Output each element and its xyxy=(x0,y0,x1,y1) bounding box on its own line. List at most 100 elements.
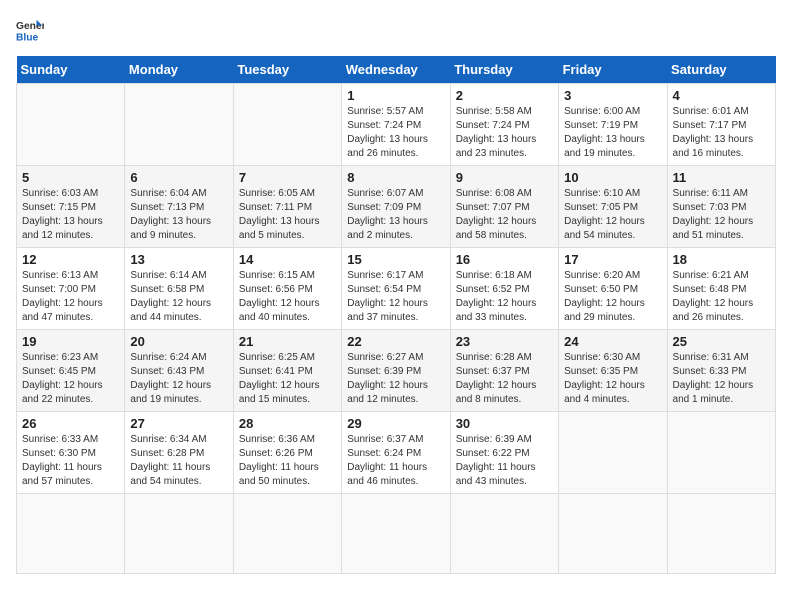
day-cell-12: 12 Sunrise: 6:13 AM Sunset: 7:00 PM Dayli… xyxy=(17,248,125,330)
calendar-header: SundayMondayTuesdayWednesdayThursdayFrid… xyxy=(17,56,776,84)
day-cell-11: 11 Sunrise: 6:11 AM Sunset: 7:03 PM Dayli… xyxy=(667,166,775,248)
weekday-header-thursday: Thursday xyxy=(450,56,558,84)
day-number: 3 xyxy=(564,88,661,103)
day-info: Sunrise: 6:23 AM Sunset: 6:45 PM Dayligh… xyxy=(22,351,119,407)
day-number: 21 xyxy=(239,334,336,349)
empty-cell xyxy=(559,412,667,494)
day-number: 27 xyxy=(130,416,227,431)
empty-cell xyxy=(233,84,341,166)
svg-text:General: General xyxy=(16,21,44,32)
day-number: 24 xyxy=(564,334,661,349)
day-info: Sunrise: 6:28 AM Sunset: 6:37 PM Dayligh… xyxy=(456,351,553,407)
day-info: Sunrise: 6:30 AM Sunset: 6:35 PM Dayligh… xyxy=(564,351,661,407)
logo: General Blue xyxy=(16,16,44,44)
day-number: 17 xyxy=(564,252,661,267)
day-cell-5: 5 Sunrise: 6:03 AM Sunset: 7:15 PM Daylig… xyxy=(17,166,125,248)
empty-cell xyxy=(342,494,450,574)
day-number: 13 xyxy=(130,252,227,267)
day-info: Sunrise: 6:04 AM Sunset: 7:13 PM Dayligh… xyxy=(130,187,227,243)
logo-icon: General Blue xyxy=(16,16,44,44)
day-cell-25: 25 Sunrise: 6:31 AM Sunset: 6:33 PM Dayli… xyxy=(667,330,775,412)
day-number: 26 xyxy=(22,416,119,431)
day-cell-9: 9 Sunrise: 6:08 AM Sunset: 7:07 PM Daylig… xyxy=(450,166,558,248)
day-number: 15 xyxy=(347,252,444,267)
day-cell-14: 14Sunrise: 6:15 AM Sunset: 6:56 PM Dayli… xyxy=(233,248,341,330)
day-number: 19 xyxy=(22,334,119,349)
day-number: 7 xyxy=(239,170,336,185)
day-cell-20: 20 Sunrise: 6:24 AM Sunset: 6:43 PM Dayli… xyxy=(125,330,233,412)
day-cell-2: 2 Sunrise: 5:58 AM Sunset: 7:24 PM Daylig… xyxy=(450,84,558,166)
day-info: Sunrise: 6:31 AM Sunset: 6:33 PM Dayligh… xyxy=(673,351,770,407)
day-number: 25 xyxy=(673,334,770,349)
day-info: Sunrise: 6:36 AM Sunset: 6:26 PM Dayligh… xyxy=(239,433,336,489)
day-info: Sunrise: 6:03 AM Sunset: 7:15 PM Dayligh… xyxy=(22,187,119,243)
day-cell-16: 16Sunrise: 6:18 AM Sunset: 6:52 PM Dayli… xyxy=(450,248,558,330)
day-info: Sunrise: 5:58 AM Sunset: 7:24 PM Dayligh… xyxy=(456,105,553,161)
weekday-header-friday: Friday xyxy=(559,56,667,84)
day-info: Sunrise: 6:24 AM Sunset: 6:43 PM Dayligh… xyxy=(130,351,227,407)
day-number: 8 xyxy=(347,170,444,185)
page-header: General Blue xyxy=(16,16,776,44)
day-number: 5 xyxy=(22,170,119,185)
day-cell-29: 29 Sunrise: 6:37 AM Sunset: 6:24 PM Dayli… xyxy=(342,412,450,494)
weekday-header-tuesday: Tuesday xyxy=(233,56,341,84)
empty-cell xyxy=(450,494,558,574)
day-info: Sunrise: 6:08 AM Sunset: 7:07 PM Dayligh… xyxy=(456,187,553,243)
empty-cell xyxy=(17,84,125,166)
day-number: 1 xyxy=(347,88,444,103)
day-info: Sunrise: 6:01 AM Sunset: 7:17 PM Dayligh… xyxy=(673,105,770,161)
day-info: Sunrise: 5:57 AM Sunset: 7:24 PM Dayligh… xyxy=(347,105,444,161)
empty-cell xyxy=(233,494,341,574)
day-info: Sunrise: 6:14 AM Sunset: 6:58 PM Dayligh… xyxy=(130,269,227,325)
day-info: Sunrise: 6:11 AM Sunset: 7:03 PM Dayligh… xyxy=(673,187,770,243)
day-cell-30: 30Sunrise: 6:39 AM Sunset: 6:22 PM Dayli… xyxy=(450,412,558,494)
day-number: 23 xyxy=(456,334,553,349)
weekday-header-monday: Monday xyxy=(125,56,233,84)
day-cell-8: 8 Sunrise: 6:07 AM Sunset: 7:09 PM Daylig… xyxy=(342,166,450,248)
day-info: Sunrise: 6:13 AM Sunset: 7:00 PM Dayligh… xyxy=(22,269,119,325)
day-number: 14 xyxy=(239,252,336,267)
day-cell-19: 19 Sunrise: 6:23 AM Sunset: 6:45 PM Dayli… xyxy=(17,330,125,412)
day-number: 20 xyxy=(130,334,227,349)
day-cell-28: 28 Sunrise: 6:36 AM Sunset: 6:26 PM Dayli… xyxy=(233,412,341,494)
day-number: 9 xyxy=(456,170,553,185)
day-cell-23: 23 Sunrise: 6:28 AM Sunset: 6:37 PM Dayli… xyxy=(450,330,558,412)
empty-cell xyxy=(667,494,775,574)
day-info: Sunrise: 6:33 AM Sunset: 6:30 PM Dayligh… xyxy=(22,433,119,489)
weekday-header-saturday: Saturday xyxy=(667,56,775,84)
day-cell-22: 22Sunrise: 6:27 AM Sunset: 6:39 PM Dayli… xyxy=(342,330,450,412)
day-number: 28 xyxy=(239,416,336,431)
day-number: 18 xyxy=(673,252,770,267)
day-cell-17: 17Sunrise: 6:20 AM Sunset: 6:50 PM Dayli… xyxy=(559,248,667,330)
day-info: Sunrise: 6:07 AM Sunset: 7:09 PM Dayligh… xyxy=(347,187,444,243)
day-info: Sunrise: 6:37 AM Sunset: 6:24 PM Dayligh… xyxy=(347,433,444,489)
day-info: Sunrise: 6:05 AM Sunset: 7:11 PM Dayligh… xyxy=(239,187,336,243)
day-info: Sunrise: 6:21 AM Sunset: 6:48 PM Dayligh… xyxy=(673,269,770,325)
day-number: 4 xyxy=(673,88,770,103)
day-info: Sunrise: 6:34 AM Sunset: 6:28 PM Dayligh… xyxy=(130,433,227,489)
svg-text:Blue: Blue xyxy=(16,32,39,43)
weekday-header-sunday: Sunday xyxy=(17,56,125,84)
empty-cell xyxy=(559,494,667,574)
day-cell-26: 26 Sunrise: 6:33 AM Sunset: 6:30 PM Dayli… xyxy=(17,412,125,494)
day-cell-6: 6 Sunrise: 6:04 AM Sunset: 7:13 PM Daylig… xyxy=(125,166,233,248)
day-cell-18: 18 Sunrise: 6:21 AM Sunset: 6:48 PM Dayli… xyxy=(667,248,775,330)
day-cell-4: 4 Sunrise: 6:01 AM Sunset: 7:17 PM Daylig… xyxy=(667,84,775,166)
day-number: 11 xyxy=(673,170,770,185)
day-info: Sunrise: 6:17 AM Sunset: 6:54 PM Dayligh… xyxy=(347,269,444,325)
day-number: 2 xyxy=(456,88,553,103)
day-info: Sunrise: 6:25 AM Sunset: 6:41 PM Dayligh… xyxy=(239,351,336,407)
day-cell-27: 27 Sunrise: 6:34 AM Sunset: 6:28 PM Dayli… xyxy=(125,412,233,494)
day-cell-1: 1 Sunrise: 5:57 AM Sunset: 7:24 PM Daylig… xyxy=(342,84,450,166)
day-number: 12 xyxy=(22,252,119,267)
day-number: 6 xyxy=(130,170,227,185)
day-number: 29 xyxy=(347,416,444,431)
day-info: Sunrise: 6:10 AM Sunset: 7:05 PM Dayligh… xyxy=(564,187,661,243)
empty-cell xyxy=(17,494,125,574)
day-number: 22 xyxy=(347,334,444,349)
day-info: Sunrise: 6:18 AM Sunset: 6:52 PM Dayligh… xyxy=(456,269,553,325)
day-cell-15: 15 Sunrise: 6:17 AM Sunset: 6:54 PM Dayli… xyxy=(342,248,450,330)
empty-cell xyxy=(125,494,233,574)
day-info: Sunrise: 6:00 AM Sunset: 7:19 PM Dayligh… xyxy=(564,105,661,161)
day-info: Sunrise: 6:39 AM Sunset: 6:22 PM Dayligh… xyxy=(456,433,553,489)
